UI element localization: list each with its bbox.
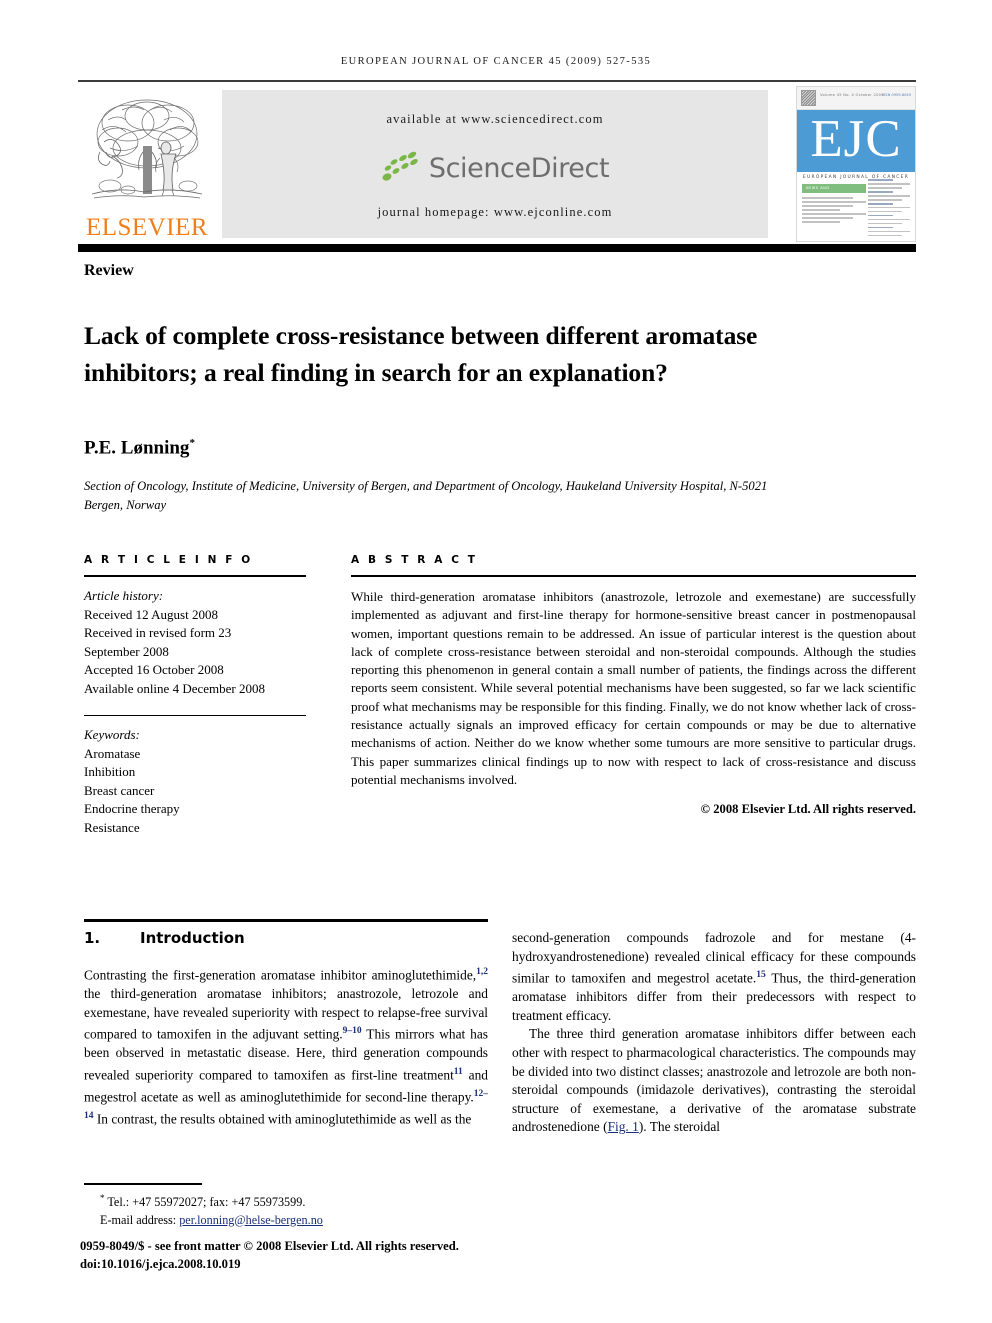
available-at-text: available at www.sciencedirect.com xyxy=(386,112,604,126)
keywords-block: Keywords: Aromatase Inhibition Breast ca… xyxy=(84,726,306,838)
elsevier-logo: ELSEVIER xyxy=(84,90,210,242)
footnote-rule xyxy=(84,1183,202,1185)
reference-marker: 11 xyxy=(453,1066,463,1077)
article-type-label: Review xyxy=(84,262,134,279)
author-name-text: P.E. Lønning xyxy=(84,437,190,459)
article-history-block: Article history: Received 12 August 2008… xyxy=(84,587,306,699)
cover-elsevier-mark-icon xyxy=(801,90,816,106)
author-name: P.E. Lønning* xyxy=(84,437,195,459)
corresponding-author-marker: * xyxy=(189,437,195,449)
body-paragraph: second-generation compounds fadrozole an… xyxy=(512,929,916,1025)
sciencedirect-leaves-icon xyxy=(382,151,418,181)
reference-marker: 9–10 xyxy=(342,1026,362,1037)
sciencedirect-wordmark: ScienceDirect xyxy=(428,152,610,184)
elsevier-tree-icon xyxy=(91,99,203,199)
author-affiliation: Section of Oncology, Institute of Medici… xyxy=(84,479,768,512)
abstract-column: A B S T R A C T While third-generation a… xyxy=(351,554,916,817)
body-text: ). The steroidal xyxy=(638,1119,721,1135)
footnote-star-marker: * xyxy=(100,1193,105,1203)
body-column-right: second-generation compounds fadrozole an… xyxy=(512,929,916,1137)
header-bottom-bar xyxy=(78,244,916,252)
history-line: Received 12 August 2008 xyxy=(84,606,218,622)
journal-cover-thumbnail: Volume 45 No. 4 October 2009 ISSN 0959-8… xyxy=(796,86,916,242)
footnote-block: * Tel.: +47 55972027; fax: +47 55973599.… xyxy=(84,1190,504,1229)
history-line: Available online 4 December 2008 xyxy=(84,680,265,696)
keywords-rule xyxy=(84,714,306,717)
abstract-heading: A B S T R A C T xyxy=(351,554,478,566)
abstract-copyright: © 2008 Elsevier Ltd. All rights reserved… xyxy=(700,802,916,817)
cover-blue-band: EJC xyxy=(797,110,915,172)
abstract-rule xyxy=(351,575,916,577)
footnote-tel-text: Tel.: +47 55972027; fax: +47 55973599. xyxy=(107,1195,306,1210)
keyword-item: Resistance xyxy=(84,820,140,836)
elsevier-wordmark: ELSEVIER xyxy=(85,214,209,241)
email-link[interactable]: per.lonning@helse-bergen.no xyxy=(179,1213,323,1227)
section-rule xyxy=(84,919,488,922)
section-heading: 1. Introduction xyxy=(84,929,488,947)
body-text: Contrasting the first-generation aromata… xyxy=(84,967,477,983)
article-info-column: A R T I C L E I N F O Article history: R… xyxy=(84,554,306,838)
email-label: E-mail address: xyxy=(100,1212,177,1227)
sciencedirect-panel: available at www.sciencedirect.com Scien… xyxy=(222,90,768,238)
cover-article-lines-left xyxy=(802,197,866,225)
keywords-label: Keywords: xyxy=(84,727,140,743)
article-info-rule xyxy=(84,575,306,577)
section-title: Introduction xyxy=(140,929,245,947)
reference-marker: 15 xyxy=(756,970,766,981)
page-title: Lack of complete cross-resistance betwee… xyxy=(84,321,758,388)
history-line: Received in revised form 23 xyxy=(84,625,232,641)
body-text: In contrast, the results obtained with a… xyxy=(93,1111,472,1127)
doi-line: doi:10.1016/j.ejca.2008.10.019 xyxy=(80,1256,241,1271)
front-matter-line: 0959-8049/$ - see front matter © 2008 El… xyxy=(80,1239,459,1253)
sciencedirect-logo: ScienceDirect xyxy=(222,146,768,190)
cover-issn: ISSN 0959-8049 xyxy=(881,93,911,97)
abstract-text: While third-generation aromatase inhibit… xyxy=(351,589,916,787)
article-info-heading: A R T I C L E I N F O xyxy=(84,554,253,566)
figure-cross-reference-link[interactable]: Fig. 1 xyxy=(608,1119,639,1134)
history-line: Accepted 16 October 2008 xyxy=(84,662,224,678)
footnote-email-line: E-mail address: per.lonning@helse-bergen… xyxy=(84,1212,504,1230)
body-column-left: Contrasting the first-generation aromata… xyxy=(84,963,488,1129)
history-line: September 2008 xyxy=(84,643,169,659)
cover-top-strip: Volume 45 No. 4 October 2009 ISSN 0959-8… xyxy=(797,87,915,110)
cover-green-band-label: NEWS AND xyxy=(806,186,830,190)
section-number: 1. xyxy=(84,929,101,947)
cover-green-band: NEWS AND xyxy=(802,184,866,193)
cover-contents-lines-right xyxy=(868,179,910,239)
body-paragraph: The three third generation aromatase inh… xyxy=(512,1025,916,1137)
journal-homepage-text: journal homepage: www.ejconline.com xyxy=(377,205,613,219)
reference-marker: 1,2 xyxy=(476,967,488,977)
imprint-block: 0959-8049/$ - see front matter © 2008 El… xyxy=(80,1238,580,1273)
running-head: EUROPEAN JOURNAL OF CANCER 45 (2009) 527… xyxy=(340,56,652,67)
keyword-item: Breast cancer xyxy=(84,782,155,798)
keyword-item: Inhibition xyxy=(84,764,136,780)
article-history-label: Article history: xyxy=(84,588,164,603)
journal-header-block: ELSEVIER available at www.sciencedirect.… xyxy=(78,86,916,242)
keyword-item: Aromatase xyxy=(84,745,141,761)
cover-ejc-letters: EJC xyxy=(810,110,902,168)
header-top-rule xyxy=(78,80,916,82)
footnote-tel-line: * Tel.: +47 55972027; fax: +47 55973599. xyxy=(84,1190,504,1212)
paper-page: EUROPEAN JOURNAL OF CANCER 45 (2009) 527… xyxy=(0,0,992,1323)
keyword-item: Endocrine therapy xyxy=(84,801,180,817)
cover-volume-note: Volume 45 No. 4 October 2009 xyxy=(820,93,884,97)
